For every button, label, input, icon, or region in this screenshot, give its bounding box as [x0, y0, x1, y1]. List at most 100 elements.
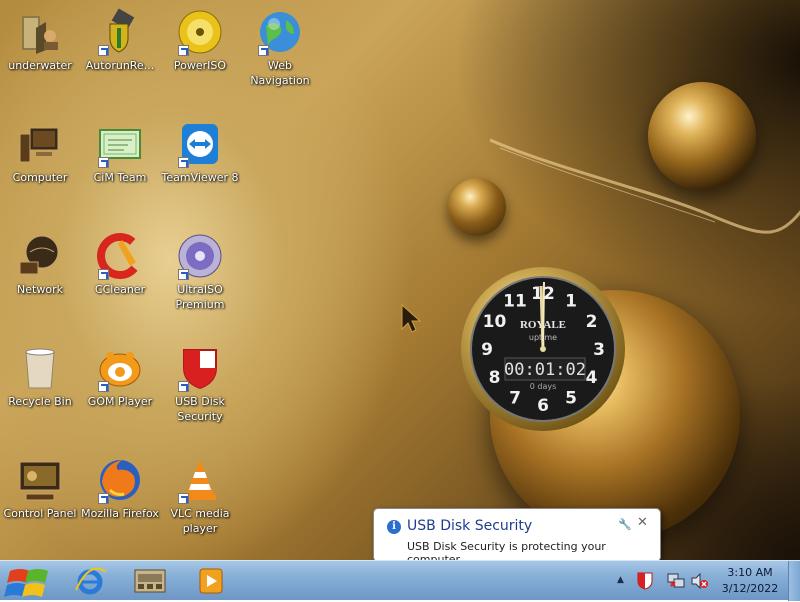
icon-label: UltraISO Premium: [175, 283, 225, 311]
taskbar: ▲ 3:10 AM 3/12/2022: [0, 560, 800, 601]
explorer-icon: [134, 569, 166, 593]
desktop-icon-poweriso[interactable]: PowerISO: [160, 8, 240, 73]
royale-clock-gadget[interactable]: 121234567891011 ROYALE uptime 00:01:02 0…: [458, 264, 628, 434]
shortcut-arrow-icon: [178, 45, 189, 56]
icon-label: CCleaner: [94, 283, 146, 296]
clock-numeral: 10: [483, 312, 507, 332]
control-panel-icon: [16, 456, 64, 504]
uptime-value: 00:01:02: [504, 360, 586, 380]
icon-label: PowerISO: [173, 59, 227, 72]
desktop-icon-ccleaner[interactable]: CCleaner: [80, 232, 160, 297]
desktop-icon-autorunre[interactable]: AutorunRe...: [80, 8, 160, 73]
info-icon: i: [387, 520, 401, 534]
icon-label: Computer: [12, 171, 68, 184]
desktop-icon-vlc[interactable]: VLC media player: [160, 456, 240, 536]
shortcut-arrow-icon: [98, 381, 109, 392]
clock-time: 3:10 AM: [727, 566, 773, 579]
options-wrench-icon[interactable]: 🔧: [618, 518, 632, 531]
notification-balloon[interactable]: i USB Disk Security USB Disk Security is…: [373, 508, 661, 560]
desktop-icon-gom-player[interactable]: GOM Player: [80, 344, 160, 409]
shortcut-arrow-icon: [98, 493, 109, 504]
icon-label: Mozilla Firefox: [81, 507, 159, 520]
clock-date: 3/12/2022: [721, 582, 779, 595]
icon-label: VLC media player: [170, 507, 230, 535]
notification-close-button[interactable]: ✕: [637, 515, 648, 530]
uptime-days: 0 days: [530, 382, 557, 391]
desktop-icon-control-panel[interactable]: Control Panel: [0, 456, 80, 521]
desktop-icon-teamviewer[interactable]: TeamViewer 8: [160, 120, 240, 185]
icon-label: Recycle Bin: [8, 395, 72, 408]
taskbar-ie-button[interactable]: [70, 564, 110, 598]
mouse-cursor-icon: [401, 303, 422, 333]
desktop-icon-firefox[interactable]: Mozilla Firefox: [80, 456, 160, 521]
icon-label: GOM Player: [87, 395, 153, 408]
clock-numeral: 6: [537, 396, 549, 416]
icon-label: Control Panel: [3, 507, 77, 520]
show-desktop-button[interactable]: [788, 561, 800, 601]
clock-numeral: 1: [565, 292, 577, 312]
icon-label: CiM Team: [93, 171, 147, 184]
desktop[interactable]: underwater AutorunRe... PowerISO Web Nav…: [0, 0, 800, 560]
usb-disk-security-icon: [176, 344, 224, 392]
computer-icon: [16, 120, 64, 168]
clock-numeral: 5: [565, 389, 577, 409]
show-hidden-icons-button[interactable]: ▲: [617, 575, 624, 585]
notification-title: USB Disk Security: [407, 518, 533, 534]
certificate-icon: [96, 120, 144, 168]
desktop-icon-web-navigation[interactable]: Web Navigation: [240, 8, 320, 88]
desktop-icon-underwater[interactable]: underwater: [0, 8, 80, 73]
gold-swirl: [489, 138, 800, 234]
start-button[interactable]: [0, 561, 54, 601]
clock-numeral: 4: [586, 368, 598, 388]
clock-numeral: 11: [503, 292, 527, 312]
ccleaner-icon: [96, 232, 144, 280]
clock-numeral: 2: [586, 312, 598, 332]
firefox-icon: [96, 456, 144, 504]
network-tray-icon[interactable]: [667, 572, 685, 590]
desktop-icon-cim-team[interactable]: CiM Team: [80, 120, 160, 185]
icon-label: USB Disk Security: [175, 395, 225, 423]
clock-numeral: 3: [593, 340, 605, 360]
vlc-icon: [176, 456, 224, 504]
globe-icon: [256, 8, 304, 56]
shortcut-arrow-icon: [98, 157, 109, 168]
icon-label: Web Navigation: [250, 59, 310, 87]
network-icon: [16, 232, 64, 280]
desktop-icon-ultraiso[interactable]: UltraISO Premium: [160, 232, 240, 312]
shortcut-arrow-icon: [98, 269, 109, 280]
clock-numeral: 7: [509, 389, 521, 409]
volume-muted-icon[interactable]: [690, 572, 708, 590]
desktop-icon-network[interactable]: Network: [0, 232, 80, 297]
taskbar-clock[interactable]: 3:10 AM 3/12/2022: [716, 565, 784, 597]
clock-hand-minute: [542, 281, 545, 350]
clock-numeral: 9: [481, 340, 493, 360]
ultraiso-icon: [176, 232, 224, 280]
shortcut-arrow-icon: [98, 45, 109, 56]
icon-label: Network: [17, 283, 63, 296]
folder-icon: [16, 8, 64, 56]
icon-label: AutorunRe...: [85, 59, 155, 72]
icon-label: TeamViewer 8: [161, 171, 239, 184]
taskbar-media-player-button[interactable]: [190, 564, 230, 598]
notification-body: USB Disk Security is protecting your com…: [407, 540, 606, 560]
gom-player-icon: [96, 344, 144, 392]
shortcut-arrow-icon: [178, 493, 189, 504]
desktop-icon-usb-disk-security[interactable]: USB Disk Security: [160, 344, 240, 424]
shortcut-arrow-icon: [258, 45, 269, 56]
usb-disk-security-tray-icon[interactable]: [636, 572, 654, 590]
media-player-icon: [199, 568, 223, 594]
desktop-icon-recycle-bin[interactable]: Recycle Bin: [0, 344, 80, 409]
disc-icon: [176, 8, 224, 56]
clock-hub: [540, 346, 546, 352]
shortcut-arrow-icon: [178, 381, 189, 392]
clock-numeral: 8: [489, 368, 501, 388]
shortcut-arrow-icon: [178, 269, 189, 280]
shortcut-arrow-icon: [178, 157, 189, 168]
desktop-icon-computer[interactable]: Computer: [0, 120, 80, 185]
usb-shield-icon: [96, 8, 144, 56]
teamviewer-icon: [176, 120, 224, 168]
ie-icon: [75, 567, 107, 595]
icon-label: underwater: [8, 59, 72, 72]
taskbar-explorer-button[interactable]: [130, 564, 170, 598]
recycle-bin-icon: [16, 344, 64, 392]
